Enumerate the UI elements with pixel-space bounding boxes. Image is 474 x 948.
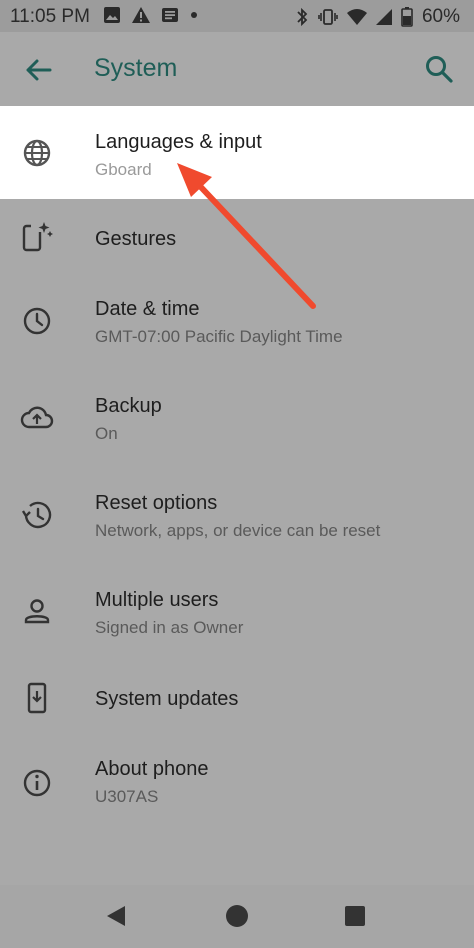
item-subtitle: Gboard — [95, 160, 152, 179]
item-title: Backup — [95, 395, 162, 417]
status-bar: 11:05 PM 60% — [0, 0, 474, 32]
battery-percent: 60% — [421, 6, 460, 27]
nav-home-icon[interactable] — [222, 901, 252, 931]
reset-history-icon — [21, 501, 52, 529]
image-icon — [104, 7, 120, 23]
dot-icon — [191, 12, 197, 18]
page-title: System — [94, 54, 178, 82]
message-icon — [162, 8, 178, 22]
notification-icons — [103, 6, 199, 24]
item-subtitle: GMT-07:00 Pacific Daylight Time — [95, 327, 343, 346]
settings-item-multiple-users[interactable]: Multiple users Signed in as Owner — [0, 567, 474, 664]
status-right-icons: 60% — [295, 6, 460, 28]
back-arrow-icon[interactable] — [22, 54, 54, 86]
item-subtitle: U307AS — [95, 787, 159, 806]
warning-icon — [132, 7, 150, 23]
status-time: 11:05 PM — [10, 6, 90, 27]
bluetooth-icon — [297, 7, 308, 27]
settings-item-date-time[interactable]: Date & time GMT-07:00 Pacific Daylight T… — [0, 276, 474, 373]
item-title: Gestures — [95, 228, 177, 250]
settings-item-gestures[interactable]: Gestures — [0, 199, 474, 276]
settings-item-reset-options[interactable]: Reset options Network, apps, or device c… — [0, 470, 474, 567]
item-title: System updates — [95, 688, 239, 710]
settings-item-about-phone[interactable]: About phone U307AS — [0, 741, 474, 838]
item-subtitle: Network, apps, or device can be reset — [95, 521, 381, 540]
settings-item-languages-input[interactable]: Languages & input Gboard — [0, 106, 474, 199]
search-icon[interactable] — [422, 52, 456, 86]
gestures-icon — [22, 222, 53, 252]
clock-icon — [23, 307, 51, 335]
navigation-bar — [0, 885, 474, 948]
settings-item-backup[interactable]: Backup On — [0, 373, 474, 470]
item-title: Languages & input — [95, 131, 262, 153]
person-icon — [24, 599, 50, 624]
nav-back-icon[interactable] — [101, 901, 131, 931]
battery-icon — [401, 7, 413, 27]
item-title: About phone — [95, 758, 209, 780]
system-update-icon — [27, 682, 47, 714]
info-icon — [23, 769, 51, 797]
item-subtitle: On — [95, 424, 118, 443]
wifi-icon — [346, 9, 367, 25]
globe-icon — [23, 139, 51, 167]
item-title: Multiple users — [95, 589, 219, 611]
item-title: Date & time — [95, 298, 200, 320]
backup-icon — [20, 406, 54, 429]
item-title: Reset options — [95, 492, 218, 514]
vibrate-icon — [318, 9, 338, 25]
settings-item-system-updates[interactable]: System updates — [0, 664, 474, 741]
nav-recents-icon[interactable] — [340, 901, 370, 931]
cellular-signal-icon — [375, 9, 392, 25]
item-subtitle: Signed in as Owner — [95, 618, 244, 637]
app-bar: System — [0, 32, 474, 106]
